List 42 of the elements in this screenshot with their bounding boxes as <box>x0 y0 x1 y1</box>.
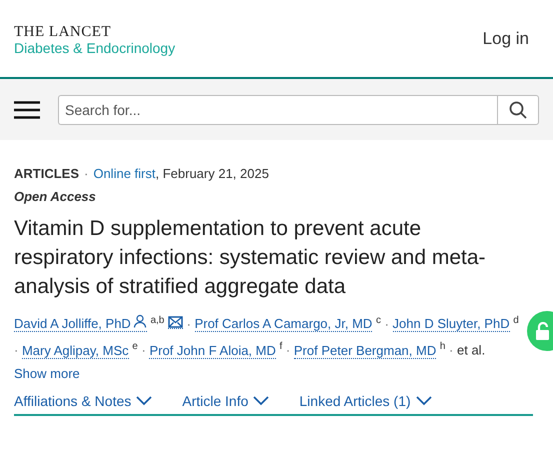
publication-date: , February 21, 2025 <box>155 166 269 181</box>
chevron-down-icon <box>416 396 432 406</box>
section-toggle[interactable]: Linked Articles (1) <box>299 392 432 409</box>
affiliation-mark: c <box>376 315 381 326</box>
affiliation-mark: a,b <box>150 315 164 326</box>
section-toggle[interactable]: Affiliations & Notes <box>14 392 152 409</box>
unlocked-padlock-icon <box>536 322 550 340</box>
separator-dot: · <box>384 316 389 332</box>
status-link[interactable]: Online first <box>93 166 156 181</box>
journal-logo[interactable]: THE LANCET Diabetes & Endocrinology <box>14 20 176 56</box>
search-field[interactable]: Search for... <box>58 94 497 124</box>
search-icon <box>509 100 527 118</box>
show-more-link[interactable]: Show more <box>14 366 80 381</box>
affiliation-mark: f <box>280 341 282 352</box>
separator-dot: · <box>286 342 290 358</box>
chevron-down-icon <box>136 396 152 406</box>
separator-dot: · <box>84 166 88 181</box>
et-al-text: et al. <box>457 342 486 358</box>
author-link[interactable]: Prof John F Aloia, MD <box>149 342 276 359</box>
author-link[interactable]: David A Jolliffe, PhD <box>14 316 147 332</box>
email-link[interactable] <box>168 316 183 330</box>
affiliation-mark: e <box>132 341 138 352</box>
author-link[interactable]: John D Sluyter, PhD <box>392 316 510 332</box>
affiliation-mark: d <box>513 315 519 326</box>
separator-dot: · <box>141 342 146 358</box>
menu-icon[interactable] <box>14 100 40 118</box>
article-title: Vitamin D supplementation to prevent acute respiratory infections: systematic review and meta-analysis of stratified aggregate data <box>14 216 487 300</box>
chevron-down-icon <box>253 396 270 406</box>
login-link[interactable]: Log in <box>482 28 529 48</box>
separator-dot: · <box>186 316 191 332</box>
author-link[interactable]: Prof Peter Bergman, MD <box>294 342 436 359</box>
person-icon <box>132 314 147 328</box>
search-button[interactable] <box>497 94 539 124</box>
article-type: ARTICLES <box>14 166 79 181</box>
access-label: Open Access <box>14 189 97 204</box>
section-toggle[interactable]: Article Info <box>182 392 270 409</box>
affiliation-mark: h <box>440 341 446 352</box>
author-link[interactable]: Prof Carlos A Camargo, Jr, MD <box>194 316 372 332</box>
author-link[interactable]: Mary Aglipay, MSc <box>22 342 129 359</box>
separator-dot: · <box>14 342 18 358</box>
envelope-icon <box>168 316 183 328</box>
separator-dot: · <box>449 342 454 358</box>
